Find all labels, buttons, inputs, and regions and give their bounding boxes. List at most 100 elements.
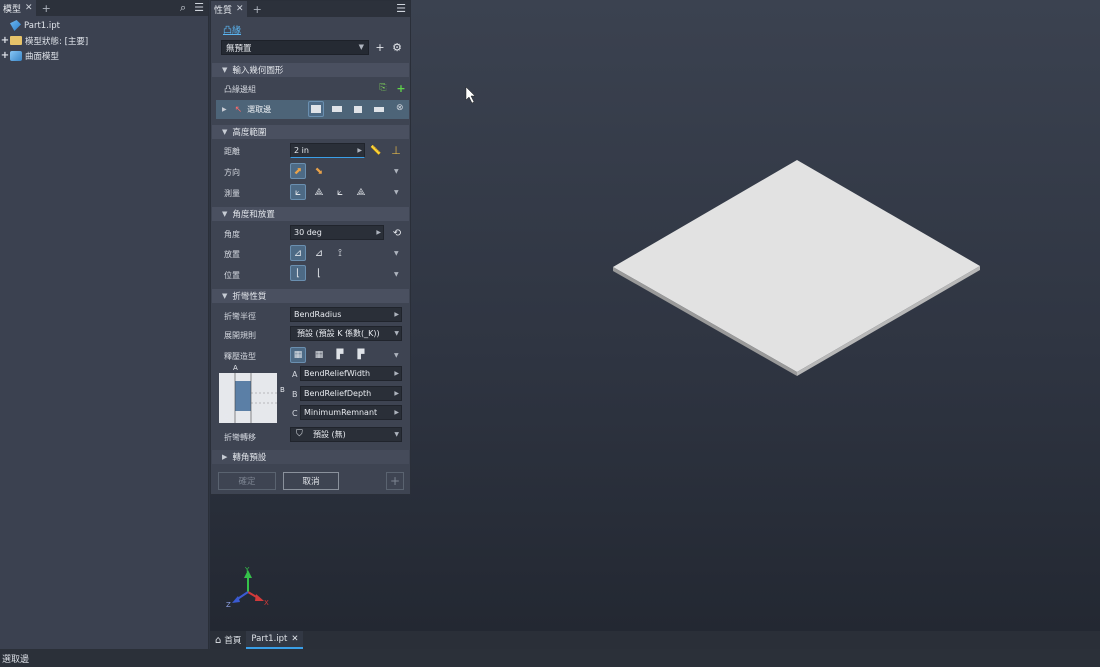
arrow-right-icon[interactable]: ▶	[376, 229, 381, 236]
tab-part1[interactable]: Part1.ipt ✕	[246, 631, 304, 649]
section-height-range[interactable]: ▼ 高度範圍	[212, 125, 409, 139]
browser-tabbar: 模型 ✕ + ⌕ ☰	[0, 0, 208, 16]
breadcrumb-flange[interactable]: 凸緣	[223, 23, 241, 36]
placement-bend-icon[interactable]: ⟟	[332, 245, 348, 261]
section-angle-placement[interactable]: ▼ 角度和放置	[212, 207, 409, 221]
relief-shape-tear-icon[interactable]: ▛	[332, 347, 348, 363]
close-icon[interactable]: ✕	[25, 3, 33, 13]
measure-inner-icon[interactable]: ⟀	[290, 184, 306, 200]
status-text: 選取邊	[2, 654, 30, 665]
preset-value: 無預置	[226, 43, 252, 54]
pick-cursor-icon: ↖	[234, 104, 243, 115]
tab-home[interactable]: ⌂ 首頁	[210, 631, 246, 649]
tree-item-label: Part1.ipt	[24, 20, 60, 31]
close-icon[interactable]: ✕	[236, 4, 244, 14]
add-tab-icon[interactable]: +	[253, 3, 262, 16]
status-bar: 選取邊	[0, 649, 1100, 667]
chevron-down-icon[interactable]: ▼	[394, 168, 399, 175]
section-corner-preset[interactable]: ▶ 轉角預設	[212, 450, 409, 464]
flip-angle-icon[interactable]: ⟲	[391, 227, 403, 239]
expand-icon[interactable]: +	[0, 35, 10, 46]
chevron-down-icon[interactable]: ▼	[394, 189, 399, 196]
add-edge-group-icon[interactable]: +	[395, 82, 407, 95]
add-preset-icon[interactable]: +	[374, 41, 386, 54]
direction-label: 方向	[224, 168, 240, 177]
mouse-cursor	[465, 86, 476, 104]
clear-icon[interactable]: ⊗	[396, 103, 404, 113]
position-inside-icon[interactable]: ⌊	[290, 265, 306, 281]
arrow-right-icon[interactable]: ▶	[394, 370, 399, 377]
cancel-button[interactable]: 取消	[283, 472, 339, 490]
chevron-down-icon[interactable]: ▼	[394, 352, 399, 359]
measure-orthogonal-icon[interactable]: ⟁	[353, 184, 369, 200]
bend-radius-input[interactable]: BendRadius ▶	[290, 307, 402, 322]
tab-model[interactable]: 模型 ✕	[0, 0, 36, 16]
measure-tangent-icon[interactable]: ⟀	[332, 184, 348, 200]
tab-model-label: 模型	[3, 4, 22, 15]
arrow-right-icon[interactable]: ▶	[394, 311, 399, 318]
chevron-down-icon[interactable]: ▼	[394, 330, 399, 337]
relief-shape-default-icon[interactable]: ▦	[290, 347, 306, 363]
relief-depth-input[interactable]: BendReliefDepth ▶	[300, 386, 402, 401]
select-edge-row[interactable]: ▶ ↖ 選取邊 ⊗	[216, 100, 409, 119]
direction-side1-icon[interactable]: ⬈	[290, 163, 306, 179]
sheet-metal-plate[interactable]	[613, 160, 980, 376]
measure-label: 測量	[224, 189, 240, 198]
chevron-down-icon[interactable]: ▼	[394, 271, 399, 278]
arrow-right-icon[interactable]: ▶	[357, 147, 362, 154]
position-outside-icon[interactable]: ⌊	[311, 265, 327, 281]
measure-tool-icon[interactable]: 📏	[370, 145, 382, 157]
ok-button[interactable]: 確定	[218, 472, 276, 490]
loop-mode-icon[interactable]	[329, 101, 345, 117]
collapse-icon: ▼	[222, 292, 228, 300]
direction-side2-icon[interactable]: ⬊	[311, 163, 327, 179]
preset-select[interactable]: 無預置 ▼	[221, 40, 369, 55]
expand-icon[interactable]: +	[0, 50, 10, 61]
measure-outer-icon[interactable]: ⟁	[311, 184, 327, 200]
chevron-down-icon[interactable]: ▼	[394, 250, 399, 257]
position-label: 位置	[224, 271, 240, 280]
bend-transition-select[interactable]: ⛉ 預設 (無) ▼	[290, 427, 402, 442]
tab-properties[interactable]: 性質 ✕	[211, 1, 247, 17]
section-input-geometry[interactable]: ▼ 輸入幾何圖形	[212, 63, 409, 77]
tree-item-surface-bodies[interactable]: + 曲面模型	[0, 48, 208, 63]
arrow-right-icon[interactable]: ▶	[394, 390, 399, 397]
relief-depth-key: B	[292, 390, 298, 399]
to-plane-icon[interactable]: ⊥	[390, 144, 402, 157]
transition-icon: ⛉	[296, 429, 303, 439]
close-icon[interactable]: ✕	[291, 634, 298, 644]
search-icon[interactable]: ⌕	[180, 1, 186, 15]
edge-select-icon[interactable]: ⎘	[377, 82, 389, 94]
placement-outer-icon[interactable]: ⊿	[311, 245, 327, 261]
relief-shape-straight-icon[interactable]: ▦	[311, 347, 327, 363]
tree-item-model-state[interactable]: + 模型狀態: [主要]	[0, 33, 208, 48]
relief-shape-round-icon[interactable]: ▛	[353, 347, 369, 363]
browser-tree: Part1.ipt + 模型狀態: [主要] + 曲面模型	[0, 16, 208, 63]
relief-shape-label: 釋壓造型	[224, 352, 256, 361]
add-icon[interactable]: +	[386, 472, 404, 490]
min-remnant-input[interactable]: MinimumRemnant ▶	[300, 405, 402, 420]
expand-icon: ▶	[222, 453, 228, 461]
distance-input[interactable]: 2 in ▶	[290, 143, 365, 158]
relief-width-value: BendReliefWidth	[304, 369, 371, 378]
edge-mode-icon[interactable]	[308, 101, 324, 117]
gear-icon[interactable]: ⚙	[391, 41, 403, 54]
bend-transition-value: 預設 (無)	[313, 430, 346, 439]
chevron-down-icon[interactable]: ▼	[394, 431, 399, 438]
section-bend-properties[interactable]: ▼ 折彎性質	[212, 289, 409, 303]
menu-icon[interactable]: ☰	[396, 2, 406, 15]
tab-properties-label: 性質	[214, 5, 233, 16]
select-edge-label: 選取邊	[247, 105, 272, 114]
tree-item-part[interactable]: Part1.ipt	[0, 18, 208, 33]
face-mode-icon[interactable]	[350, 101, 366, 117]
relief-width-input[interactable]: BendReliefWidth ▶	[300, 366, 402, 381]
placement-inner-icon[interactable]: ⊿	[290, 245, 306, 261]
angle-input[interactable]: 30 deg ▶	[290, 225, 384, 240]
properties-tabbar: 性質 ✕ + ☰	[211, 1, 410, 17]
width-extent-icon[interactable]	[371, 101, 387, 117]
menu-icon[interactable]: ☰	[194, 1, 204, 15]
dimension-c-marker: C	[224, 413, 229, 421]
arrow-right-icon[interactable]: ▶	[394, 409, 399, 416]
add-tab-icon[interactable]: +	[42, 2, 51, 15]
unfold-rule-select[interactable]: 預設 (預設 K 係數(_K)) ▼	[290, 326, 402, 341]
